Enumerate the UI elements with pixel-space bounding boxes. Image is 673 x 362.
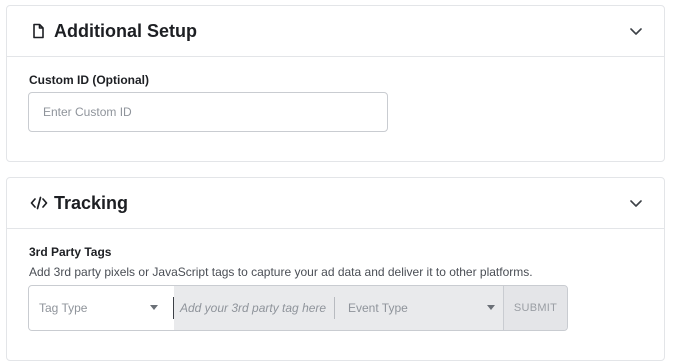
tag-type-select[interactable]: Tag Type (29, 286, 174, 330)
custom-id-label: Custom ID (Optional) (29, 73, 149, 87)
additional-setup-title: Additional Setup (54, 21, 197, 41)
tag-type-value: Tag Type (39, 301, 88, 315)
third-party-tags-help: Add 3rd party pixels or JavaScript tags … (29, 265, 533, 279)
custom-id-input[interactable] (28, 92, 388, 132)
tracking-panel: Tracking 3rd Party Tags Add 3rd party pi… (6, 177, 665, 361)
tracking-title: Tracking (54, 193, 129, 213)
tag-input[interactable]: Add your 3rd party tag here (180, 301, 326, 315)
divider (173, 297, 174, 319)
tag-entry-row: Tag Type Add your 3rd party tag here Eve… (28, 285, 568, 331)
third-party-tags-label: 3rd Party Tags (29, 245, 112, 259)
chevron-down-icon[interactable] (628, 195, 644, 211)
chevron-down-icon[interactable] (628, 23, 644, 39)
tracking-header[interactable]: Tracking (7, 178, 664, 229)
additional-setup-header[interactable]: Additional Setup (7, 6, 664, 57)
submit-button[interactable]: SUBMIT (503, 286, 567, 330)
document-icon (30, 23, 46, 39)
code-icon (30, 195, 48, 211)
caret-down-icon (150, 305, 158, 310)
event-type-value: Event Type (348, 301, 408, 315)
additional-setup-panel: Additional Setup Custom ID (Optional) (6, 5, 665, 162)
caret-down-icon (487, 305, 495, 310)
event-type-select[interactable]: Event Type (335, 286, 503, 330)
